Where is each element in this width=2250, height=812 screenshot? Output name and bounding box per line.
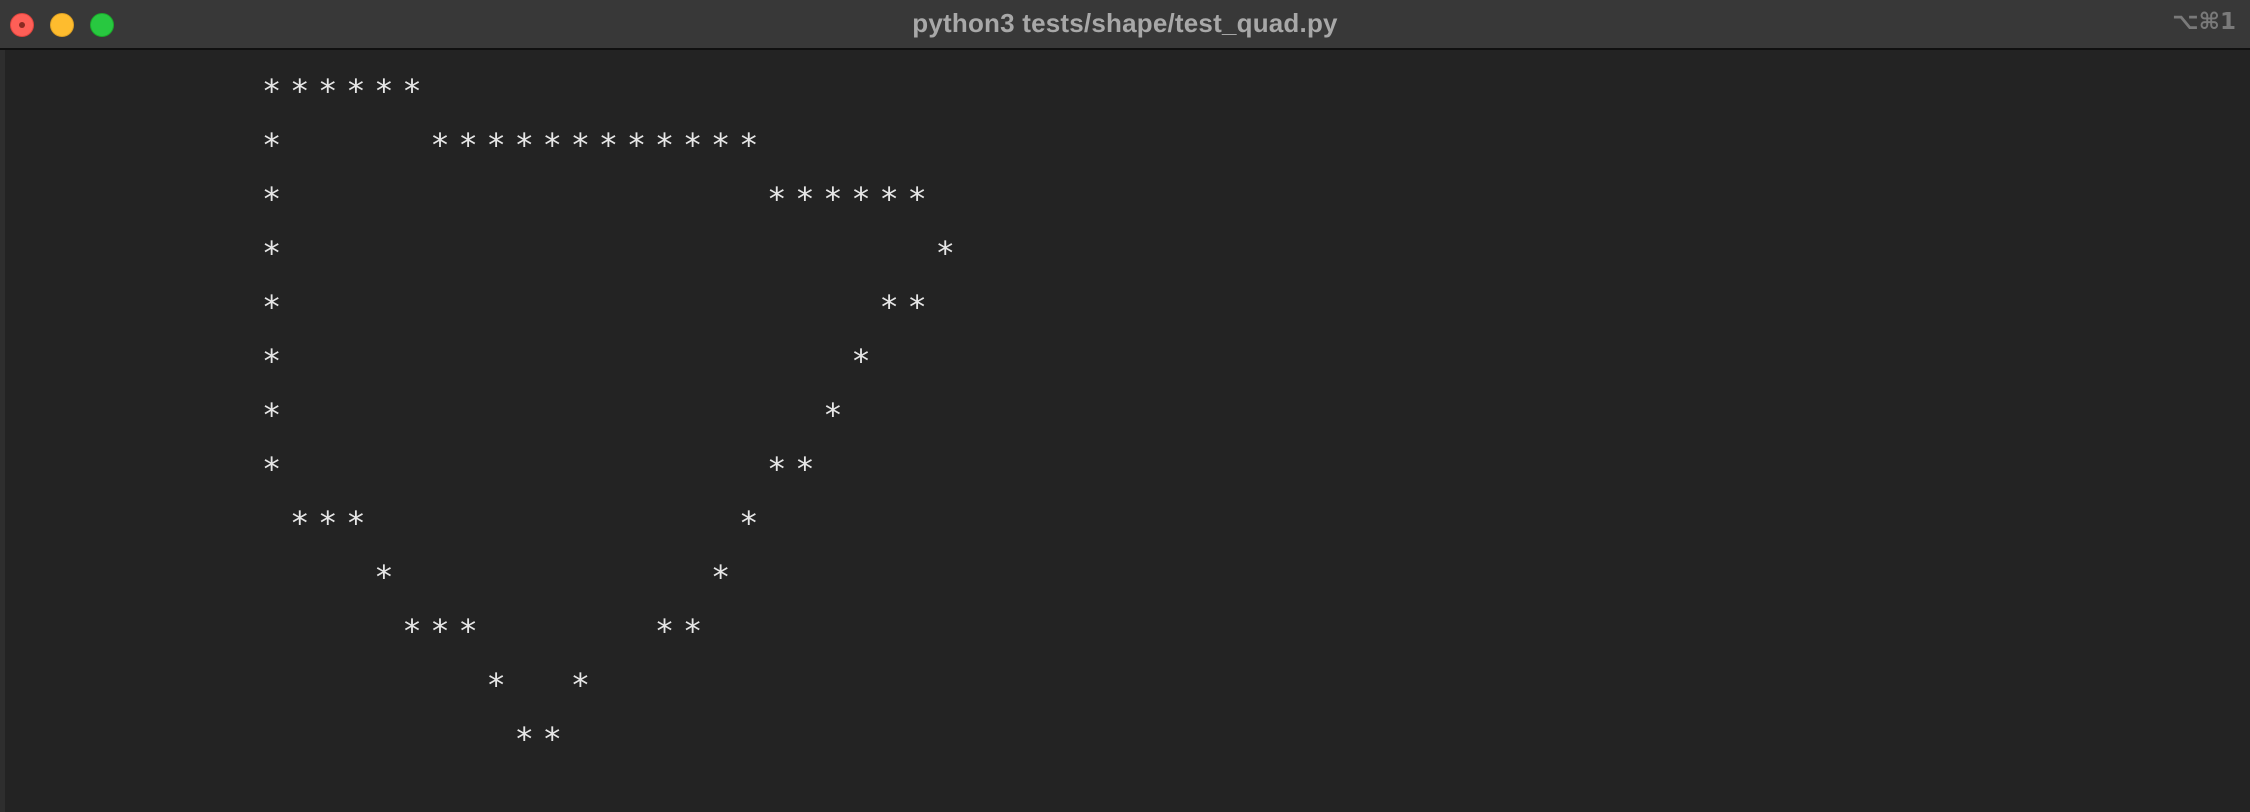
terminal-output: ****** * ************ * ****** * * * ** * * * … [262,64,964,766]
terminal-line: * ************ [262,126,768,164]
terminal-line: * ** [262,450,824,488]
terminal-line: * ****** [262,180,936,218]
terminal-line: * * [262,558,740,596]
terminal-content[interactable]: ****** * ************ * ****** * * * ** * * * … [5,50,2250,812]
terminal-line: * * [262,234,964,272]
title-bar[interactable]: python3 tests/shape/test_quad.py ⌥⌘1 [0,0,2250,50]
terminal-line: ****** [262,72,431,110]
window-title: python3 tests/shape/test_quad.py [912,8,1338,38]
terminal-line: * * [262,396,852,434]
terminal-line: *** ** [262,612,712,650]
terminal-line: *** * [262,504,768,542]
terminal-line: * ** [262,288,936,326]
terminal-line: ** [262,720,571,758]
terminal-line: * * [262,342,880,380]
terminal-window: python3 tests/shape/test_quad.py ⌥⌘1 ***… [0,0,2250,812]
terminal-line: * * [262,666,599,704]
window-shortcut-label: ⌥⌘1 [2172,9,2236,35]
